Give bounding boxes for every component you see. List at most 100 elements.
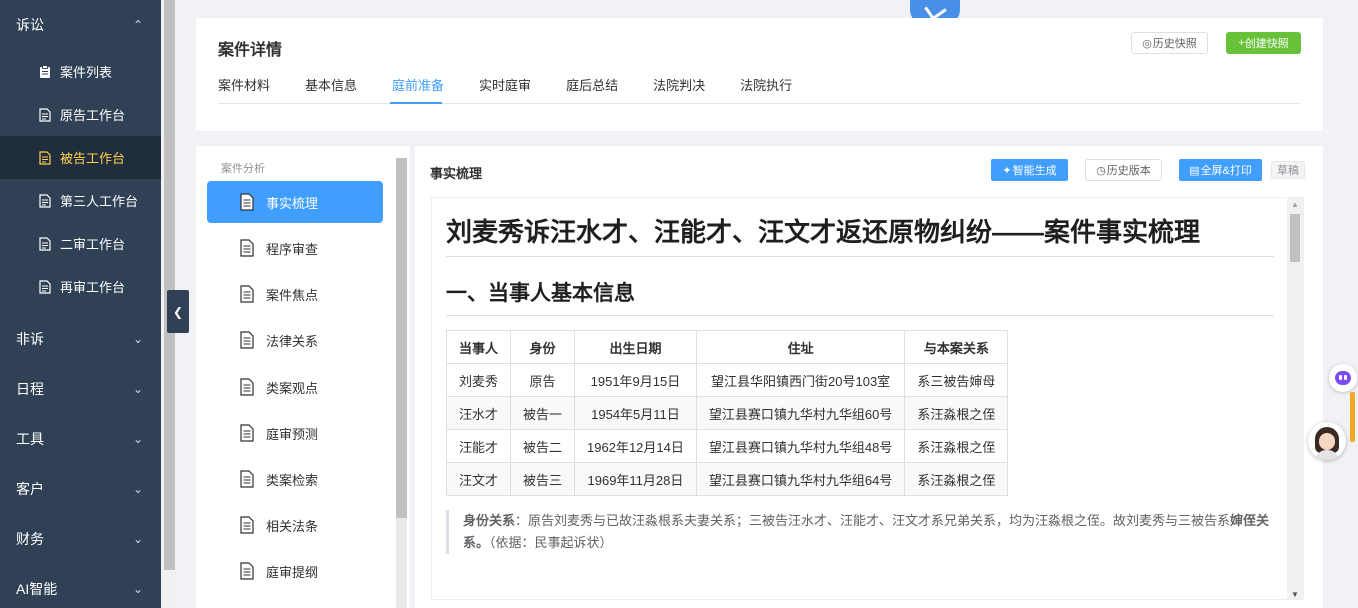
scroll-up-arrow-icon[interactable]: ▲: [1291, 200, 1299, 209]
nav-group-non-litigation[interactable]: 非诉 ⌄: [0, 314, 161, 364]
analysis-item-label: 庭审提纲: [266, 564, 319, 580]
tab-case-materials[interactable]: 案件材料: [218, 76, 270, 103]
document-icon: [38, 193, 52, 208]
analysis-item-label: 程序审查: [266, 241, 319, 257]
analysis-item-label: 相关法条: [266, 518, 319, 534]
table-cell: 望江县赛口镇九华村九华组64号: [695, 462, 906, 496]
nav-group-ai[interactable]: AI智能 ⌄: [0, 564, 161, 608]
tab-basic-info[interactable]: 基本信息: [305, 76, 357, 103]
camera-icon: ◎: [1142, 37, 1152, 50]
document-icon: ▤: [1189, 164, 1200, 177]
document-icon: [240, 424, 256, 442]
nav-group-litigation[interactable]: 诉讼 ⌃: [0, 0, 161, 50]
side-handle[interactable]: [1350, 392, 1355, 442]
page-title: 案件详情: [218, 42, 283, 59]
smart-generate-label: 智能生成: [1012, 165, 1057, 177]
document-scrollbar[interactable]: ▲ ▼: [1287, 198, 1303, 599]
sidebar-item-label: 被告工作台: [60, 151, 126, 166]
chevron-left-icon: ❮: [172, 304, 184, 319]
table-cell: 系汪淼根之侄: [904, 429, 1009, 463]
analysis-item-similar-case-views[interactable]: 类案观点: [207, 366, 383, 408]
scrollbar-thumb[interactable]: [1290, 214, 1300, 262]
table-row: 汪文才 被告三 1969年11月28日 望江县赛口镇九华村九华组64号 系汪淼根…: [445, 462, 1009, 496]
analysis-item-trial-outline[interactable]: 庭审提纲: [207, 550, 383, 592]
analysis-item-label: 事实梳理: [266, 195, 319, 211]
draft-badge: 草稿: [1271, 161, 1305, 179]
chevron-up-icon: ⌃: [132, 18, 143, 32]
document-icon: [240, 193, 256, 211]
column-header: 住址: [695, 330, 906, 364]
ai-assistant-bot-icon[interactable]: [1329, 364, 1357, 392]
table-cell: 汪水才: [445, 396, 512, 430]
sidebar-item-case-list[interactable]: 案件列表: [0, 50, 161, 93]
sidebar-item-label: 第三人工作台: [60, 194, 139, 209]
sidebar-item-label: 原告工作台: [60, 108, 126, 123]
analysis-item-label: 法律关系: [266, 333, 319, 349]
analysis-item-similar-case-search[interactable]: 类案检索: [207, 458, 383, 500]
parties-table: 当事人 身份 出生日期 住址 与本案关系 刘麦秀 原告 1951年9月15日 望…: [445, 330, 1009, 496]
column-header: 身份: [510, 330, 576, 364]
chevron-down-icon: ⌄: [132, 482, 143, 496]
history-version-button[interactable]: ◷ 历史版本: [1085, 159, 1162, 181]
smart-generate-button[interactable]: ✦ 智能生成: [991, 159, 1068, 181]
nav-group-label: 工具: [16, 431, 44, 447]
table-cell: 1969年11月28日: [574, 462, 697, 496]
document-icon: [240, 516, 256, 534]
document-icon: [240, 470, 256, 488]
draft-label: 草稿: [1277, 165, 1299, 177]
case-analysis-menu: 案件分析 事实梳理 程序审查 案件焦点 法律关系 类案观点 庭审预测 类案检索 …: [196, 146, 410, 608]
document-content: 刘麦秀诉汪水才、汪能才、汪文才返还原物纠纷——案件事实梳理 一、当事人基本信息 …: [445, 214, 1274, 554]
analysis-scrollbar[interactable]: [396, 158, 407, 608]
create-snapshot-button[interactable]: + 创建快照: [1226, 32, 1301, 54]
sidebar-item-retrial-workbench[interactable]: 再审工作台: [0, 265, 161, 308]
sidebar-item-second-instance-workbench[interactable]: 二审工作台: [0, 222, 161, 265]
analysis-item-trial-prediction[interactable]: 庭审预测: [207, 412, 383, 454]
table-cell: 汪文才: [445, 462, 512, 496]
table-cell: 1954年5月11日: [574, 396, 697, 430]
sidebar-item-label: 再审工作台: [60, 280, 126, 295]
section-title: 事实梳理: [430, 166, 483, 181]
sidebar-item-plaintiff-workbench[interactable]: 原告工作台: [0, 93, 161, 136]
case-detail-header: 案件详情 ◎ 历史快照 + 创建快照 案件材料 基本信息 庭前准备 实时庭审 庭后总…: [196, 18, 1323, 131]
analysis-item-fact-review[interactable]: 事实梳理: [207, 181, 383, 223]
chevron-down-icon: ⌄: [132, 332, 143, 346]
analysis-item-procedure-review[interactable]: 程序审查: [207, 227, 383, 269]
nav-group-tools[interactable]: 工具 ⌄: [0, 414, 161, 464]
sidebar-item-label: 二审工作台: [60, 237, 126, 252]
note-text: ：原告刘麦秀与已故汪淼根系夫妻关系；三被告汪水才、汪能才、汪文才系兄弟关系，均为…: [515, 513, 1231, 528]
document-icon: [38, 150, 52, 165]
nav-group-clients[interactable]: 客户 ⌄: [0, 464, 161, 514]
tab-pretrial-prep[interactable]: 庭前准备: [392, 76, 444, 103]
tab-court-judgment[interactable]: 法院判决: [653, 76, 705, 103]
nav-group-label: 非诉: [16, 331, 44, 347]
analysis-item-legal-relations[interactable]: 法律关系: [207, 319, 383, 361]
table-cell: 被告三: [510, 462, 576, 496]
document-icon: [240, 562, 256, 580]
chevron-down-icon: ⌄: [132, 432, 143, 446]
sidebar-collapse-button[interactable]: ❮: [167, 290, 189, 333]
scroll-down-arrow-icon[interactable]: ▼: [1291, 590, 1299, 599]
table-cell: 汪能才: [445, 429, 512, 463]
column-header: 当事人: [445, 330, 512, 364]
scrollbar-thumb[interactable]: [396, 158, 407, 518]
sidebar-item-defendant-workbench[interactable]: 被告工作台: [0, 136, 161, 179]
history-snapshot-button[interactable]: ◎ 历史快照: [1131, 32, 1208, 54]
tab-live-trial[interactable]: 实时庭审: [479, 76, 531, 103]
document-icon: [240, 378, 256, 396]
tab-court-enforcement[interactable]: 法院执行: [740, 76, 792, 103]
analysis-item-related-statutes[interactable]: 相关法条: [207, 504, 383, 546]
scrollbar-thumb[interactable]: [164, 0, 175, 570]
note-basis: （依据：民事起诉状）: [489, 535, 613, 550]
clock-icon: ◷: [1096, 164, 1106, 177]
create-snapshot-label: 创建快照: [1244, 38, 1289, 50]
fullscreen-print-button[interactable]: ▤ 全屏&打印: [1179, 159, 1262, 181]
tab-post-trial-summary[interactable]: 庭后总结: [566, 76, 618, 103]
customer-service-avatar[interactable]: [1308, 422, 1346, 460]
sidebar-item-third-party-workbench[interactable]: 第三人工作台: [0, 179, 161, 222]
nav-group-finance[interactable]: 财务 ⌄: [0, 514, 161, 564]
sparkle-icon: ✦: [1002, 164, 1012, 177]
nav-group-schedule[interactable]: 日程 ⌄: [0, 364, 161, 414]
sidebar: 诉讼 ⌃ 案件列表 原告工作台 被告工作台 第三人工作台 二审工作台 再审工作台…: [0, 0, 161, 608]
nav-group-label: 日程: [16, 381, 44, 397]
analysis-item-case-focus[interactable]: 案件焦点: [207, 273, 383, 315]
